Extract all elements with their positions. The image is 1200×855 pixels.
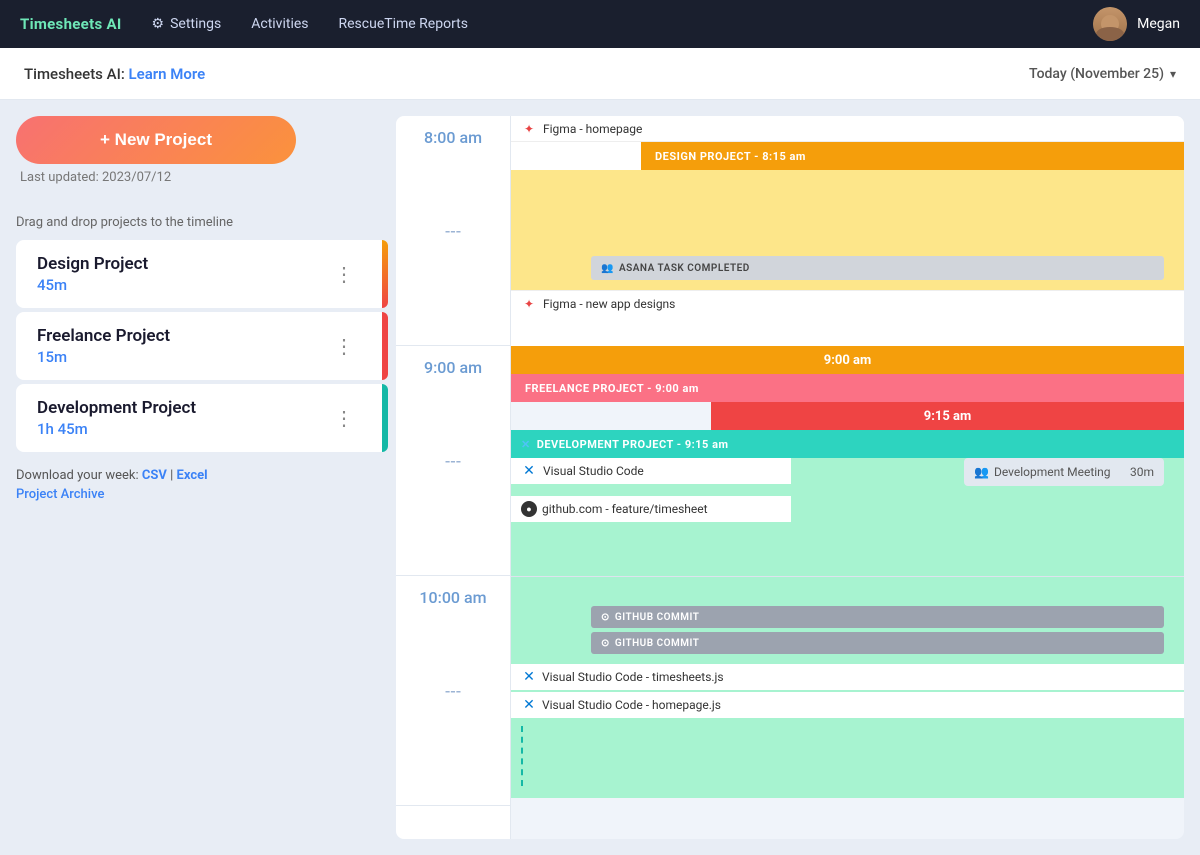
events-wrapper: ✦ Figma - homepage DESIGN PROJECT - 8:15… bbox=[511, 116, 1184, 839]
design-project-bar[interactable]: DESIGN PROJECT - 8:15 am bbox=[641, 142, 1184, 170]
project-card-freelance[interactable]: Freelance Project 15m ⋮ bbox=[16, 312, 388, 380]
chevron-down-icon: ▾ bbox=[1170, 67, 1176, 81]
vscode-icon-1: ✕ bbox=[521, 463, 537, 479]
vscode-icon-2: ✕ bbox=[521, 669, 537, 685]
dev-project-bar[interactable]: ✕ DEVELOPMENT PROJECT - 9:15 am bbox=[511, 430, 1184, 458]
vscode-icon-dev-bar: ✕ bbox=[521, 438, 531, 451]
new-project-button[interactable]: + New Project bbox=[16, 116, 296, 164]
topnav-right: Megan bbox=[1093, 7, 1180, 41]
time-label-9am: 9:00 am bbox=[424, 358, 482, 377]
date-label: Today (November 25) bbox=[1029, 66, 1164, 82]
github-commit1-label: GITHUB COMMIT bbox=[615, 612, 700, 623]
topnav: Timesheets AI ⚙ Settings Activities Resc… bbox=[0, 0, 1200, 48]
time-label-10am: 10:00 am bbox=[419, 588, 486, 607]
design-project-label: DESIGN PROJECT - 8:15 am bbox=[655, 150, 806, 163]
separator-10am bbox=[511, 576, 1184, 577]
github-commit1-icon: ⊙ bbox=[601, 612, 610, 623]
project-menu-freelance[interactable]: ⋮ bbox=[326, 330, 362, 362]
dev-meeting-duration: 30m bbox=[1130, 465, 1154, 479]
github-commit2-label: GITHUB COMMIT bbox=[615, 638, 700, 649]
excel-link[interactable]: Excel bbox=[177, 468, 208, 483]
vscode-row1[interactable]: ✕ Visual Studio Code bbox=[511, 458, 791, 484]
vscode-row1-label: Visual Studio Code bbox=[543, 464, 644, 478]
subheader: Timesheets AI: Learn More Today (Novembe… bbox=[0, 48, 1200, 100]
avatar[interactable] bbox=[1093, 7, 1127, 41]
time-divider-1: --- bbox=[445, 221, 461, 240]
project-card-dev[interactable]: Development Project 1h 45m ⋮ bbox=[16, 384, 388, 452]
dashed-line bbox=[521, 726, 523, 786]
github-commit2[interactable]: ⊙ GITHUB COMMIT bbox=[591, 632, 1164, 654]
9am-bar-label: 9:00 am bbox=[824, 353, 872, 368]
figma-icon-2: ✦ bbox=[521, 296, 537, 312]
figma-row2-label: Figma - new app designs bbox=[543, 297, 675, 311]
time-column: 8:00 am --- 9:00 am --- 10:00 am --- bbox=[396, 116, 511, 839]
time-slot-8am: 8:00 am --- bbox=[396, 116, 510, 346]
vscode-row3[interactable]: ✕ Visual Studio Code - homepage.js bbox=[511, 692, 1184, 718]
download-section: Download your week: CSV | Excel Project … bbox=[16, 468, 388, 502]
brand-logo[interactable]: Timesheets AI bbox=[20, 15, 122, 33]
915-bar: 9:15 am bbox=[711, 402, 1184, 430]
project-menu-dev[interactable]: ⋮ bbox=[326, 402, 362, 434]
subheader-title: Timesheets AI: Learn More bbox=[24, 65, 205, 83]
time-divider-3: --- bbox=[445, 681, 461, 700]
asana-task-label: ASANA TASK COMPLETED bbox=[619, 263, 750, 274]
meeting-icon: 👥 bbox=[974, 465, 989, 479]
last-updated-label: Last updated: 2023/07/12 bbox=[20, 170, 388, 185]
learn-more-link[interactable]: Learn More bbox=[129, 65, 206, 83]
drag-hint-label: Drag and drop projects to the timeline bbox=[16, 215, 388, 230]
vscode-row2-label: Visual Studio Code - timesheets.js bbox=[542, 670, 724, 684]
dev-meeting-card[interactable]: 👥 Development Meeting 30m bbox=[964, 458, 1164, 486]
project-time-freelance: 15m bbox=[37, 348, 326, 366]
figma-icon-1: ✦ bbox=[521, 121, 537, 137]
project-menu-design[interactable]: ⋮ bbox=[326, 258, 362, 290]
project-name-dev: Development Project bbox=[37, 398, 326, 418]
github-commit1[interactable]: ⊙ GITHUB COMMIT bbox=[591, 606, 1164, 628]
freelance-project-bar[interactable]: FREELANCE PROJECT - 9:00 am bbox=[511, 374, 1184, 402]
vscode-row3-label: Visual Studio Code - homepage.js bbox=[542, 698, 721, 712]
time-divider-2: --- bbox=[445, 451, 461, 470]
subheader-prefix: Timesheets AI: bbox=[24, 65, 129, 83]
project-name-design: Design Project bbox=[37, 254, 326, 274]
gear-icon: ⚙ bbox=[152, 16, 165, 32]
events-column: ✦ Figma - homepage DESIGN PROJECT - 8:15… bbox=[511, 116, 1184, 839]
time-slot-9am: 9:00 am --- bbox=[396, 346, 510, 576]
asana-task-bar[interactable]: 👥 ASANA TASK COMPLETED bbox=[591, 256, 1164, 280]
asana-icon: 👥 bbox=[601, 263, 614, 274]
nav-activities[interactable]: Activities bbox=[251, 16, 308, 32]
main-layout: + New Project Last updated: 2023/07/12 D… bbox=[0, 100, 1200, 855]
time-slot-10am: 10:00 am --- bbox=[396, 576, 510, 806]
download-prefix: Download your week: bbox=[16, 468, 142, 483]
nav-rescuetime[interactable]: RescueTime Reports bbox=[339, 16, 468, 32]
time-label-8am: 8:00 am bbox=[424, 128, 482, 147]
nav-settings[interactable]: ⚙ Settings bbox=[152, 16, 222, 32]
project-time-dev: 1h 45m bbox=[37, 420, 326, 438]
csv-link[interactable]: CSV bbox=[142, 468, 167, 483]
github-commit2-icon: ⊙ bbox=[601, 638, 610, 649]
project-name-freelance: Freelance Project bbox=[37, 326, 326, 346]
dev-meeting-label: Development Meeting bbox=[994, 465, 1130, 479]
figma-row1[interactable]: ✦ Figma - homepage bbox=[511, 116, 1184, 142]
dev-project-label: DEVELOPMENT PROJECT - 9:15 am bbox=[537, 438, 729, 451]
project-archive-link[interactable]: Project Archive bbox=[16, 487, 388, 502]
left-panel: + New Project Last updated: 2023/07/12 D… bbox=[16, 116, 396, 839]
9am-bar: 9:00 am bbox=[511, 346, 1184, 374]
915-bar-label: 9:15 am bbox=[924, 409, 972, 424]
date-selector[interactable]: Today (November 25) ▾ bbox=[1029, 66, 1176, 82]
vscode-icon-3: ✕ bbox=[521, 697, 537, 713]
github-icon: ● bbox=[521, 501, 537, 517]
github-row[interactable]: ● github.com - feature/timesheet bbox=[511, 496, 791, 522]
vscode-row2[interactable]: ✕ Visual Studio Code - timesheets.js bbox=[511, 664, 1184, 690]
username-label: Megan bbox=[1137, 16, 1180, 32]
github-row-label: github.com - feature/timesheet bbox=[542, 502, 708, 516]
project-color-bar-dev bbox=[382, 384, 388, 452]
freelance-project-label: FREELANCE PROJECT - 9:00 am bbox=[525, 382, 699, 395]
project-time-design: 45m bbox=[37, 276, 326, 294]
project-color-bar-design bbox=[382, 240, 388, 308]
figma-row1-label: Figma - homepage bbox=[543, 122, 642, 136]
figma-row2[interactable]: ✦ Figma - new app designs bbox=[511, 290, 1184, 316]
timeline-panel: 8:00 am --- 9:00 am --- 10:00 am --- ✦ F… bbox=[396, 116, 1184, 839]
project-color-bar-freelance bbox=[382, 312, 388, 380]
project-card-design[interactable]: Design Project 45m ⋮ bbox=[16, 240, 388, 308]
